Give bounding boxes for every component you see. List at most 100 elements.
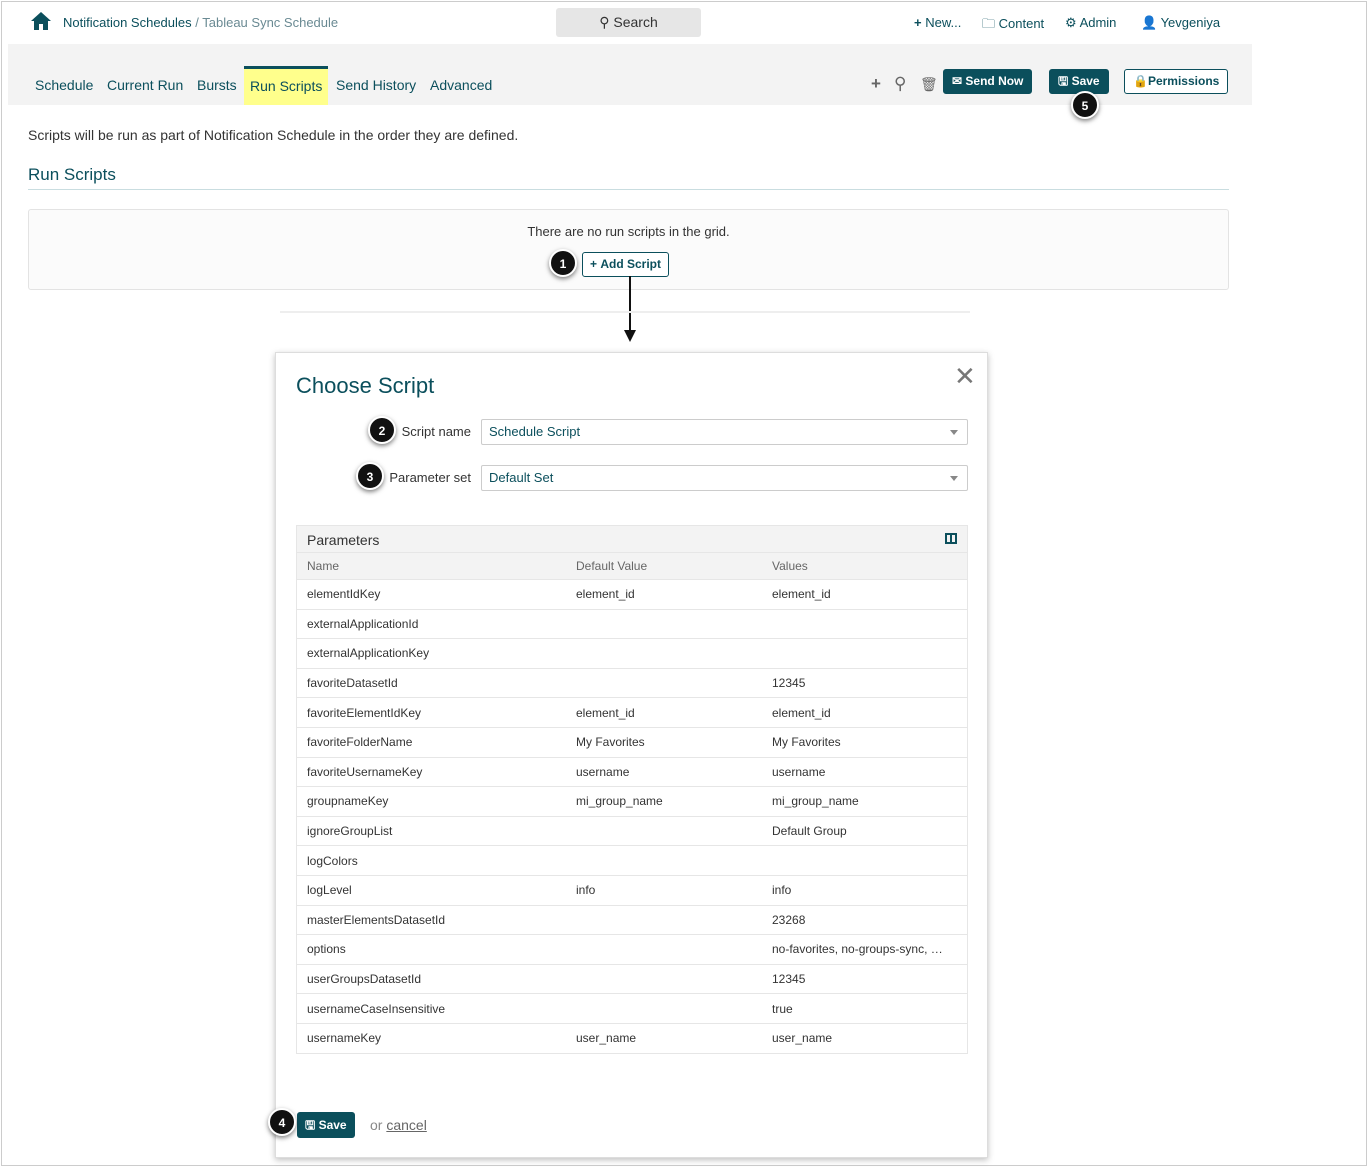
param-name: favoriteElementIdKey [307,705,422,720]
new-label: New... [925,15,962,30]
param-name: masterElementsDatasetId [307,912,446,927]
parameter-set-value: Default Set [489,470,554,485]
param-default: user_name [576,1031,637,1046]
user-menu[interactable]: 👤 Yevgeniya [1141,15,1220,31]
plus-icon: + [914,15,922,30]
folder-icon: 🗀 [982,16,996,31]
breadcrumb-parent[interactable]: Notification Schedules [63,15,192,30]
table-row[interactable]: usernameCaseInsensitive true [297,993,967,1023]
admin-menu[interactable]: ⚙ Admin [1065,15,1116,31]
save-label: Save [1071,74,1100,88]
param-name: logColors [307,853,358,868]
cancel-link[interactable]: cancel [386,1117,426,1133]
breadcrumb-separator: / [191,15,203,30]
breadcrumb-current: Tableau Sync Schedule [202,15,339,30]
caret-down-icon [950,476,958,481]
add-script-button[interactable]: + Add Script [582,252,670,277]
dialog-title: Choose Script [296,373,435,398]
param-values: element_id [772,587,831,602]
step-badge-2: 2 [368,416,396,444]
dialog-save-button[interactable]: 🖫 Save [297,1112,355,1138]
search-button[interactable]: ⚲ Search [556,8,701,37]
table-row[interactable]: favoriteDatasetId 12345 [297,667,967,698]
tab-advanced[interactable]: Advanced [430,77,492,93]
column-header-default[interactable]: Default Value [576,559,772,573]
param-default: info [576,883,596,898]
param-name: options [307,942,346,957]
parameters-grid: Parameters Name Default Value Values ele… [296,525,968,1054]
parameter-set-select[interactable]: Default Set [481,465,968,491]
admin-label: Admin [1079,15,1117,30]
param-values: My Favorites [772,735,841,750]
param-name: usernameKey [307,1031,382,1046]
callout-arrow [629,276,631,332]
param-name: elementIdKey [307,587,381,602]
add-icon[interactable]: + [871,74,881,94]
param-default: element_id [576,705,635,720]
table-row[interactable]: groupnameKey mi_group_name mi_group_name [297,786,967,816]
table-row[interactable]: favoriteFolderName My Favorites My Favorit… [297,726,967,757]
new-menu[interactable]: + New... [914,15,961,30]
callout-arrowhead [624,330,636,342]
save-label: Save [318,1118,347,1132]
content-label: Content [998,16,1045,31]
columns-icon[interactable] [945,533,957,544]
floppy-icon: 🖫 [1058,74,1072,88]
content-menu[interactable]: 🗀 Content [982,15,1044,37]
or-cancel: or cancel [370,1117,427,1133]
column-header-values[interactable]: Values [772,559,967,573]
tab-send-history[interactable]: Send History [336,77,416,93]
tab-bursts[interactable]: Bursts [197,77,237,93]
param-default: username [576,764,630,779]
tab-run-scripts[interactable]: Run Scripts [244,66,329,105]
tab-bar: Schedule Current Run Bursts Run Scripts … [8,44,1252,105]
param-name: favoriteDatasetId [307,676,398,691]
tab-current-run[interactable]: Current Run [107,77,183,93]
tab-schedule[interactable]: Schedule [35,77,93,93]
table-row[interactable]: favoriteUsernameKey username username [297,756,967,787]
grid-header: Parameters [297,526,967,552]
table-row[interactable]: usernameKey user_name user_name [297,1022,967,1053]
table-row[interactable]: favoriteElementIdKey element_id element_id [297,697,967,727]
plus-icon: + [590,257,601,271]
step-badge-3: 3 [356,462,384,490]
table-row[interactable]: userGroupsDatasetId 12345 [297,963,967,994]
envelope-icon: ✉ [952,74,966,88]
divider [280,311,970,313]
script-name-label: Script name [401,424,471,439]
close-icon[interactable]: ✕ [954,361,976,392]
step-badge-5: 5 [1071,91,1099,119]
save-button[interactable]: 🖫 Save [1049,69,1109,94]
param-name: externalApplicationId [307,616,419,631]
home-icon[interactable] [30,11,52,31]
empty-message: There are no run scripts in the grid. [527,224,730,239]
search-label: Search [613,14,658,30]
search-icon[interactable]: ⚲ [894,74,906,94]
param-name: ignoreGroupList [307,824,393,839]
user-label: Yevgeniya [1160,15,1221,30]
permissions-button[interactable]: 🔒Permissions [1124,69,1229,94]
table-row[interactable]: logColors [297,845,967,875]
column-header-name[interactable]: Name [297,559,576,573]
table-row[interactable]: externalApplicationKey [297,638,967,668]
table-row[interactable]: ignoreGroupList Default Group [297,815,967,846]
param-default: mi_group_name [576,794,663,809]
table-row[interactable]: externalApplicationId [297,608,967,639]
send-now-button[interactable]: ✉ Send Now [943,69,1033,94]
table-row[interactable]: elementIdKey element_id element_id [297,579,967,609]
param-default: My Favorites [576,735,645,750]
table-row[interactable]: options no-favorites, no-groups-sync, … [297,934,967,964]
param-values: Default Group [772,824,847,839]
table-row[interactable]: logLevel info info [297,874,967,905]
trash-icon[interactable]: 🗑 [920,76,938,93]
script-name-select[interactable]: Schedule Script [481,419,968,445]
table-row[interactable]: masterElementsDatasetId 23268 [297,904,967,935]
or-text: or [370,1117,383,1133]
add-script-label: Add Script [600,257,662,271]
param-name: favoriteUsernameKey [307,764,423,779]
user-icon: 👤 [1141,15,1158,30]
param-values: 23268 [772,912,806,927]
floppy-icon: 🖫 [305,1118,319,1132]
param-name: logLevel [307,883,352,898]
step-badge-4: 4 [268,1108,296,1136]
